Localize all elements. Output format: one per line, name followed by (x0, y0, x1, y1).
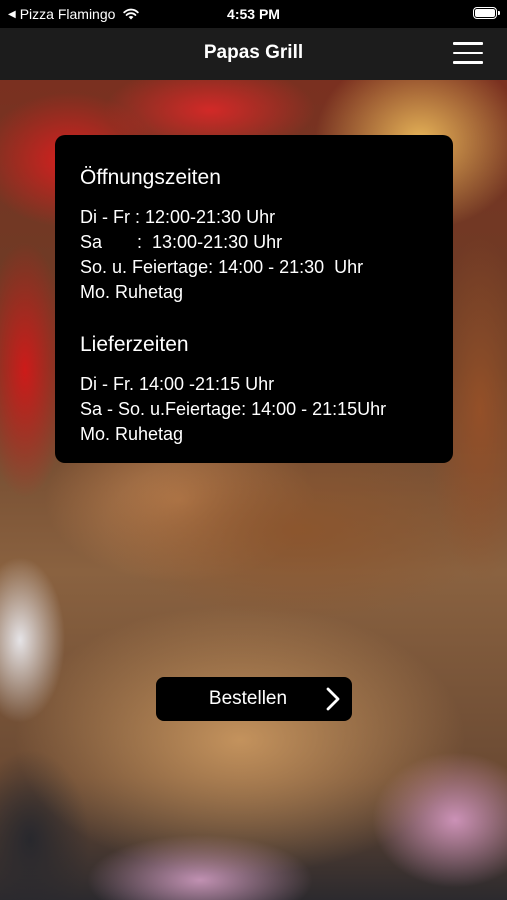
delivery-hours-line: Mo. Ruhetag (80, 424, 184, 444)
delivery-hours-section: Lieferzeiten Di - Fr. 14:00 -21:15 Uhr S… (80, 332, 429, 447)
opening-hours-line: Di - Fr : 12:00-21:30 Uhr (80, 207, 276, 227)
battery-icon (473, 7, 500, 19)
chevron-right-icon (326, 687, 340, 711)
opening-hours-line: Mo. Ruhetag (80, 282, 184, 302)
status-bar: ◀ Pizza Flamingo 4:53 PM (0, 0, 507, 28)
opening-hours-line: So. u. Feiertage: 14:00 - 21:30 Uhr (80, 257, 364, 277)
status-time: 4:53 PM (227, 6, 280, 22)
order-button-label: Bestellen (208, 688, 288, 709)
nav-title: Papas Grill (203, 42, 304, 63)
opening-hours-section: Öffnungszeiten Di - Fr : 12:00-21:30 Uhr… (80, 165, 429, 305)
order-button[interactable]: Bestellen (156, 677, 352, 721)
opening-hours-line: Sa : 13:00-21:30 Uhr (80, 232, 283, 252)
hamburger-menu-icon[interactable] (453, 42, 483, 64)
hours-card: Öffnungszeiten Di - Fr : 12:00-21:30 Uhr… (55, 135, 453, 463)
delivery-hours-title: Lieferzeiten (80, 333, 189, 356)
opening-hours-title: Öffnungszeiten (80, 166, 221, 189)
nav-bar: Papas Grill (0, 28, 507, 80)
delivery-hours-line: Di - Fr. 14:00 -21:15 Uhr (80, 374, 275, 394)
delivery-hours-line: Sa - So. u.Feiertage: 14:00 - 21:15Uhr (80, 399, 387, 419)
